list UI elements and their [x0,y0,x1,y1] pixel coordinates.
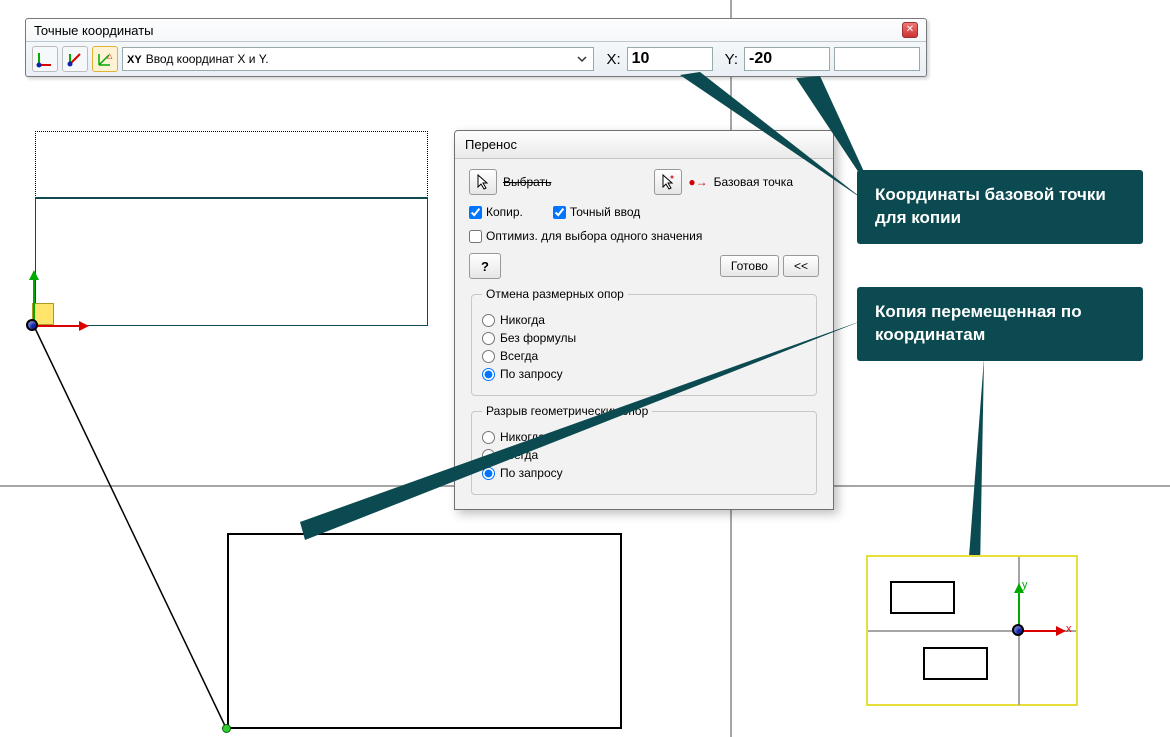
coord-mode-abs-icon[interactable] [32,46,58,72]
dialog-titlebar[interactable]: Перенос [455,131,833,159]
done-button[interactable]: Готово [720,255,779,277]
cancel-dim-opt-2[interactable]: Всегда [482,349,806,363]
moved-copy-shape [227,533,622,729]
preview-x-axis-label: x [1066,623,1072,635]
xy-prefix: XY [127,54,142,66]
base-point-icon: ●→ [688,175,707,189]
dialog-title-text: Перенос [465,137,517,152]
coord-mode-rel-icon[interactable] [62,46,88,72]
base-point-label: Базовая точка [714,175,793,189]
cancel-dim-opt-0[interactable]: Никогда [482,313,806,327]
help-button[interactable]: ? [469,253,501,279]
cancel-dim-legend: Отмена размерных опор [482,287,628,301]
copy-preview-box: x y [866,555,1078,706]
preview-x-axis-arrowhead [1056,626,1066,636]
coordinates-toolbar: Точные координаты ✕ △ XY Ввод координат X… [25,18,927,77]
callout-base-point: Координаты базовой точки для копии [857,170,1143,244]
copy-checkbox[interactable]: Копир. [469,205,523,219]
break-geom-legend: Разрыв геометрических опор [482,404,652,418]
preview-origin-dot [1012,624,1024,636]
original-shape [35,197,428,326]
move-vector-endpoint [222,724,231,733]
result-field[interactable] [834,47,920,71]
break-geom-opt-1[interactable]: Всегда [482,448,806,462]
select-button-label: Выбрать [503,175,551,189]
origin-dot [26,319,38,331]
break-geom-opt-2[interactable]: По запросу [482,466,806,480]
break-geom-opt-0[interactable]: Никогда [482,430,806,444]
precise-input-checkbox[interactable]: Точный ввод [553,205,640,219]
x-label: X: [606,51,620,68]
y-coordinate-input[interactable] [744,47,830,71]
dropdown-label: Ввод координат X и Y. [146,52,269,66]
coord-mode-polar-icon[interactable]: △ [92,46,118,72]
break-geom-fieldset: Разрыв геометрических опор Никогда Всегд… [471,404,817,495]
toolbar-titlebar[interactable]: Точные координаты ✕ [26,19,926,42]
chevron-down-icon [575,52,589,66]
toolbar-title-text: Точные координаты [34,23,154,38]
x-coordinate-input[interactable] [627,47,713,71]
select-cursor-button[interactable] [469,169,497,195]
coord-entry-dropdown[interactable]: XY Ввод координат X и Y. [122,47,594,71]
cancel-dim-opt-3[interactable]: По запросу [482,367,806,381]
cancel-dim-fieldset: Отмена размерных опор Никогда Без формул… [471,287,817,396]
close-icon[interactable]: ✕ [902,22,918,38]
preview-x-axis [1018,630,1058,632]
y-label: Y: [725,51,738,68]
x-axis-arrowhead [79,321,89,331]
preview-y-axis-label: y [1022,579,1028,591]
back-button[interactable]: << [783,255,819,277]
transfer-dialog: Перенос Выбрать ●→ Базовая точка Копир. … [454,130,834,510]
x-axis [33,325,81,327]
move-vector-line [31,322,231,737]
base-point-cursor-button[interactable] [654,169,682,195]
callout-moved-copy: Копия перемещенная по координатам [857,287,1143,361]
svg-text:△: △ [107,53,113,60]
preview-rect-1 [890,581,955,614]
y-axis-arrowhead [29,270,39,280]
cancel-dim-opt-1[interactable]: Без формулы [482,331,806,345]
optimize-checkbox[interactable]: Оптимиз. для выбора одного значения [469,229,702,243]
preview-rect-2 [923,647,988,680]
